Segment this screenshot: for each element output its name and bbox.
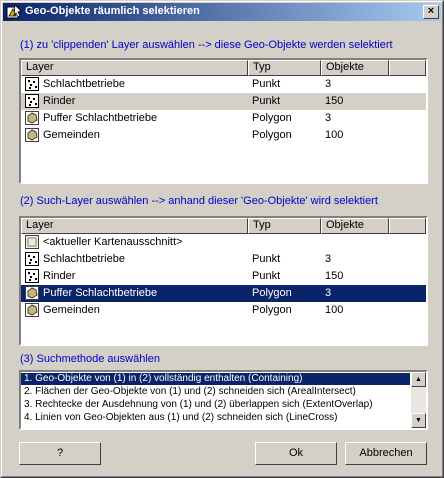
clip-layer-list-header: Layer Typ Objekte [21,60,426,76]
layer-type: Punkt [252,253,281,265]
close-icon: × [427,5,435,17]
clip-layer-rows: Schlachtbetriebe Punkt 3 Rinder Punkt 150 Puff… [21,76,426,144]
column-header-objekte[interactable]: Objekte [321,60,389,76]
layer-type: Punkt [252,270,281,282]
polygon-layer-icon [25,111,39,125]
object-count: 3 [325,253,332,265]
section3-label: (3) Suchmethode auswählen [20,353,161,365]
layer-name: Schlachtbetriebe [43,253,125,265]
layer-type: Punkt [252,78,281,90]
scroll-up-arrow-icon: ▲ [415,376,422,383]
layer-type: Punkt [252,95,281,107]
layer-name: Rinder [43,270,76,282]
cancel-button[interactable]: Abbrechen [345,442,427,465]
layer-row[interactable]: Rinder Punkt 150 [21,268,426,285]
layer-type: Polygon [252,304,292,316]
object-count: 150 [325,270,344,282]
method-list-scrollbar[interactable]: ▲ ▼ [411,372,426,428]
layer-name: Rinder [43,95,76,107]
dialog-window: Geo-Objekte räumlich selektieren × (1) z… [0,0,444,478]
column-header-objekte[interactable]: Objekte [321,218,389,234]
search-method-item[interactable]: 2. Flächen der Geo-Objekte von (1) und (… [21,386,410,398]
search-method-item[interactable]: 1. Geo-Objekte von (1) in (2) vollständi… [21,373,410,385]
layer-row[interactable]: Gemeinden Polygon 100 [21,127,426,144]
layer-row[interactable]: <aktueller Kartenausschnitt> [21,234,426,251]
column-header-typ[interactable]: Typ [248,218,321,234]
object-count: 3 [325,287,332,299]
layer-name: Schlachtbetriebe [43,78,125,90]
search-layer-list[interactable]: Layer Typ Objekte <aktueller Kartenaussc… [19,216,428,346]
geo-select-app-icon [6,4,22,19]
point-layer-icon [25,77,39,91]
ok-button[interactable]: Ok [255,442,337,465]
search-method-item[interactable]: 3. Rechtecke der Ausdehnung von (1) und … [21,399,410,411]
layer-type: Polygon [252,112,292,124]
layer-name: <aktueller Kartenausschnitt> [43,236,183,248]
layer-row[interactable]: Puffer Schlachtbetriebe Polygon 3 [21,285,426,302]
layer-name: Puffer Schlachtbetriebe [43,112,158,124]
scroll-up-button[interactable]: ▲ [411,372,426,387]
object-count: 3 [325,78,332,90]
title-bar[interactable]: Geo-Objekte räumlich selektieren × [3,3,441,21]
object-count: 100 [325,304,344,316]
polygon-layer-icon [25,128,39,142]
layer-name: Puffer Schlachtbetriebe [43,287,158,299]
layer-type: Polygon [252,287,292,299]
point-layer-icon [25,269,39,283]
polygon-layer-icon [25,303,39,317]
layer-type: Polygon [252,129,292,141]
column-header-filler [389,218,426,234]
column-header-filler [389,60,426,76]
point-layer-icon [25,94,39,108]
layer-name: Gemeinden [43,129,100,141]
layer-row[interactable]: Puffer Schlachtbetriebe Polygon 3 [21,110,426,127]
polygon-layer-icon [25,286,39,300]
point-layer-icon [25,252,39,266]
column-header-typ[interactable]: Typ [248,60,321,76]
search-layer-rows: <aktueller Kartenausschnitt> Schlachtbetr… [21,234,426,319]
search-layer-list-header: Layer Typ Objekte [21,218,426,234]
clip-layer-list[interactable]: Layer Typ Objekte Schlachtbetriebe Punkt 3… [19,58,428,184]
column-header-layer[interactable]: Layer [21,218,248,234]
close-button[interactable]: × [423,5,439,19]
map-extent-icon [25,235,39,249]
help-button[interactable]: ? [19,442,101,465]
layer-name: Gemeinden [43,304,100,316]
window-title: Geo-Objekte räumlich selektieren [25,5,200,17]
column-header-layer[interactable]: Layer [21,60,248,76]
layer-row[interactable]: Schlachtbetriebe Punkt 3 [21,76,426,93]
object-count: 3 [325,112,332,124]
object-count: 100 [325,129,344,141]
section2-label: (2) Such-Layer auswählen --> anhand dies… [20,195,378,207]
search-method-item[interactable]: 4. Linien von Geo-Objekten aus (1) und (… [21,412,410,424]
layer-row[interactable]: Rinder Punkt 150 [21,93,426,110]
section1-label: (1) zu 'clippenden' Layer auswählen --> … [20,39,393,51]
layer-row[interactable]: Gemeinden Polygon 100 [21,302,426,319]
object-count: 150 [325,95,344,107]
scroll-down-arrow-icon: ▼ [415,417,422,424]
scroll-down-button[interactable]: ▼ [411,413,426,428]
search-method-list[interactable]: 1. Geo-Objekte von (1) in (2) vollständi… [19,370,428,430]
layer-row[interactable]: Schlachtbetriebe Punkt 3 [21,251,426,268]
